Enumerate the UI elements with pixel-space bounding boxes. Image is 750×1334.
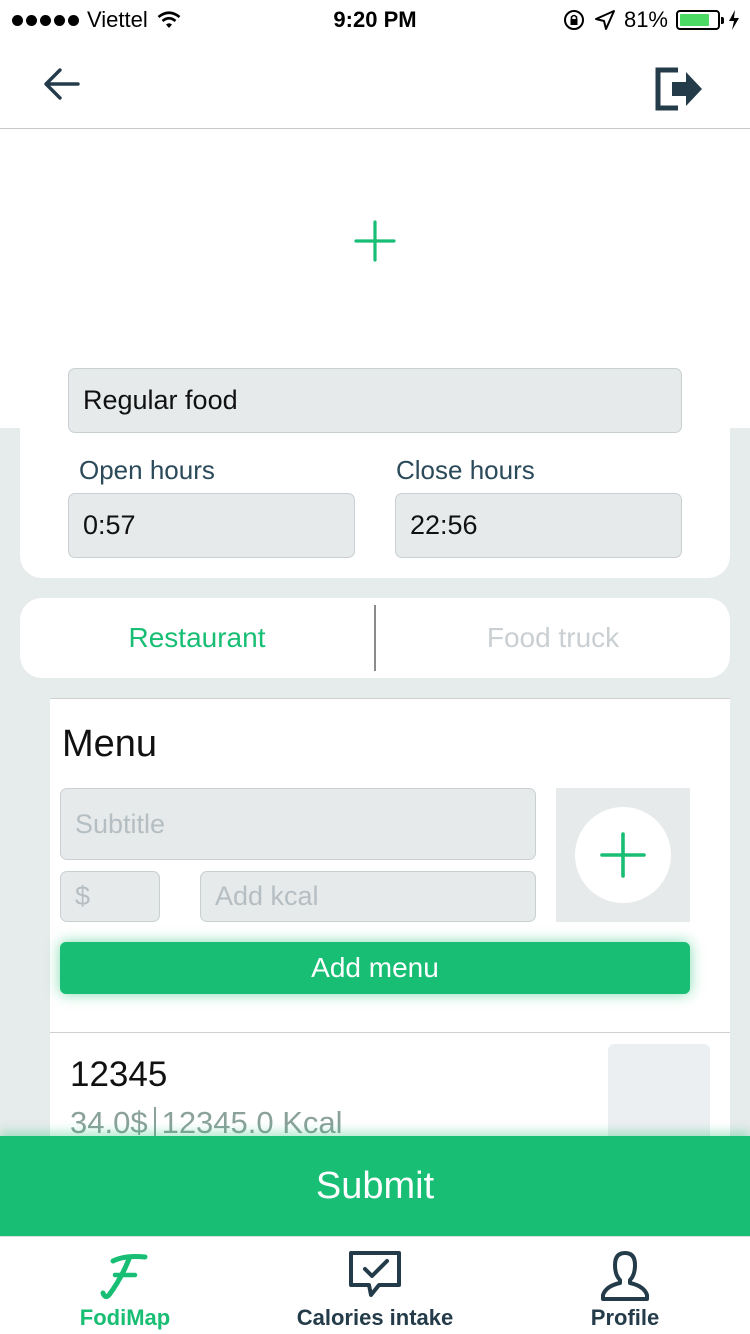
subtitle-placeholder: Subtitle [75, 808, 166, 839]
menu-item-name: 12345 [70, 1055, 168, 1094]
open-hours-label: Open hours [79, 455, 215, 485]
battery-percent: 81% [623, 7, 668, 32]
charging-icon [729, 10, 739, 30]
type-segmented-control: Restaurant Food truck [20, 598, 730, 678]
menu-image-slot [556, 788, 690, 922]
tab-fodimap[interactable]: FodiMap [0, 1237, 250, 1334]
segment-restaurant[interactable]: Restaurant [20, 622, 374, 654]
menu-title: Menu [62, 723, 158, 765]
arrow-left-icon [44, 68, 80, 100]
divider [50, 1032, 730, 1033]
add-photo-button[interactable] [350, 216, 400, 266]
subtitle-input[interactable]: Subtitle [60, 788, 536, 860]
meta-divider [153, 1107, 156, 1139]
close-hours-value: 22:56 [410, 510, 478, 540]
tab-label-calories-intake: Calories intake [296, 1305, 454, 1330]
logout-icon [655, 67, 702, 111]
category-field[interactable]: Regular food [68, 368, 682, 433]
segment-food-truck[interactable]: Food truck [376, 622, 730, 654]
back-button[interactable] [38, 62, 86, 106]
battery-icon [676, 10, 724, 30]
chat-check-icon [349, 1251, 401, 1297]
menu-card: Menu Subtitle $ Add kcal Add menu 12345 … [50, 698, 730, 1144]
category-value: Regular food [83, 385, 238, 415]
add-menu-image-button[interactable] [575, 807, 671, 903]
add-menu-button[interactable]: Add menu [60, 942, 690, 994]
tab-calories-intake[interactable]: Calories intake [250, 1237, 500, 1334]
plus-icon [354, 220, 396, 262]
tab-profile[interactable]: Profile [500, 1237, 750, 1334]
open-hours-value: 0:57 [83, 510, 136, 540]
nav-header [0, 40, 750, 129]
plus-icon [600, 832, 646, 878]
menu-item-thumbnail[interactable] [608, 1044, 710, 1144]
logout-button[interactable] [654, 66, 706, 114]
tab-label-fodimap: FodiMap [79, 1305, 171, 1330]
person-icon [601, 1251, 649, 1301]
close-hours-label: Close hours [396, 455, 535, 485]
kcal-input[interactable]: Add kcal [200, 871, 536, 922]
price-placeholder: $ [75, 881, 91, 911]
tab-bar: FodiMap Calories intake Profile [0, 1236, 750, 1334]
open-hours-field[interactable]: 0:57 [68, 493, 355, 558]
close-hours-field[interactable]: 22:56 [395, 493, 682, 558]
fodimap-logo-icon [100, 1254, 148, 1300]
status-bar: Viettel 9:20 PM 81% [0, 0, 750, 40]
tab-label-profile: Profile [590, 1305, 660, 1330]
kcal-placeholder: Add kcal [215, 881, 319, 911]
orientation-lock-icon [563, 10, 584, 30]
price-input[interactable]: $ [60, 871, 160, 922]
submit-button[interactable]: Submit [0, 1136, 750, 1236]
location-arrow-icon [594, 10, 615, 30]
